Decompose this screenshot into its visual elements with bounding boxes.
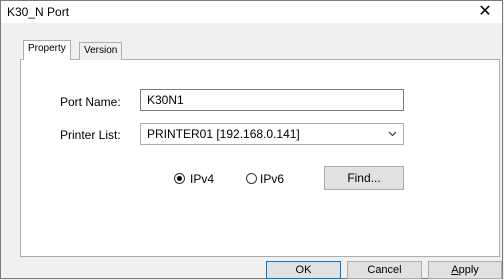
ipv6-radio[interactable]: [246, 173, 257, 184]
apply-button[interactable]: Apply: [428, 261, 502, 279]
find-button[interactable]: Find...: [324, 166, 404, 190]
tab-version[interactable]: Version: [79, 42, 123, 60]
printer-list-label: Printer List:: [60, 128, 121, 142]
close-icon[interactable]: ✕: [468, 1, 502, 23]
tab-property[interactable]: Property: [23, 40, 71, 60]
cancel-button[interactable]: Cancel: [347, 261, 422, 279]
window-title: K30_N Port: [7, 5, 70, 19]
ipv6-label[interactable]: IPv6: [260, 172, 284, 186]
port-name-input[interactable]: K30N1: [140, 89, 404, 111]
printer-list-select[interactable]: PRINTER01 [192.168.0.141]: [140, 123, 404, 145]
ipv4-label[interactable]: IPv4: [190, 172, 214, 186]
ok-button[interactable]: OK: [266, 261, 341, 279]
chevron-down-icon[interactable]: [388, 129, 397, 138]
title-bar: K30_N Port ✕: [1, 1, 502, 23]
ipv4-radio[interactable]: [174, 173, 185, 184]
printer-list-value: PRINTER01 [192.168.0.141]: [147, 127, 300, 141]
port-name-label: Port Name:: [60, 95, 121, 109]
